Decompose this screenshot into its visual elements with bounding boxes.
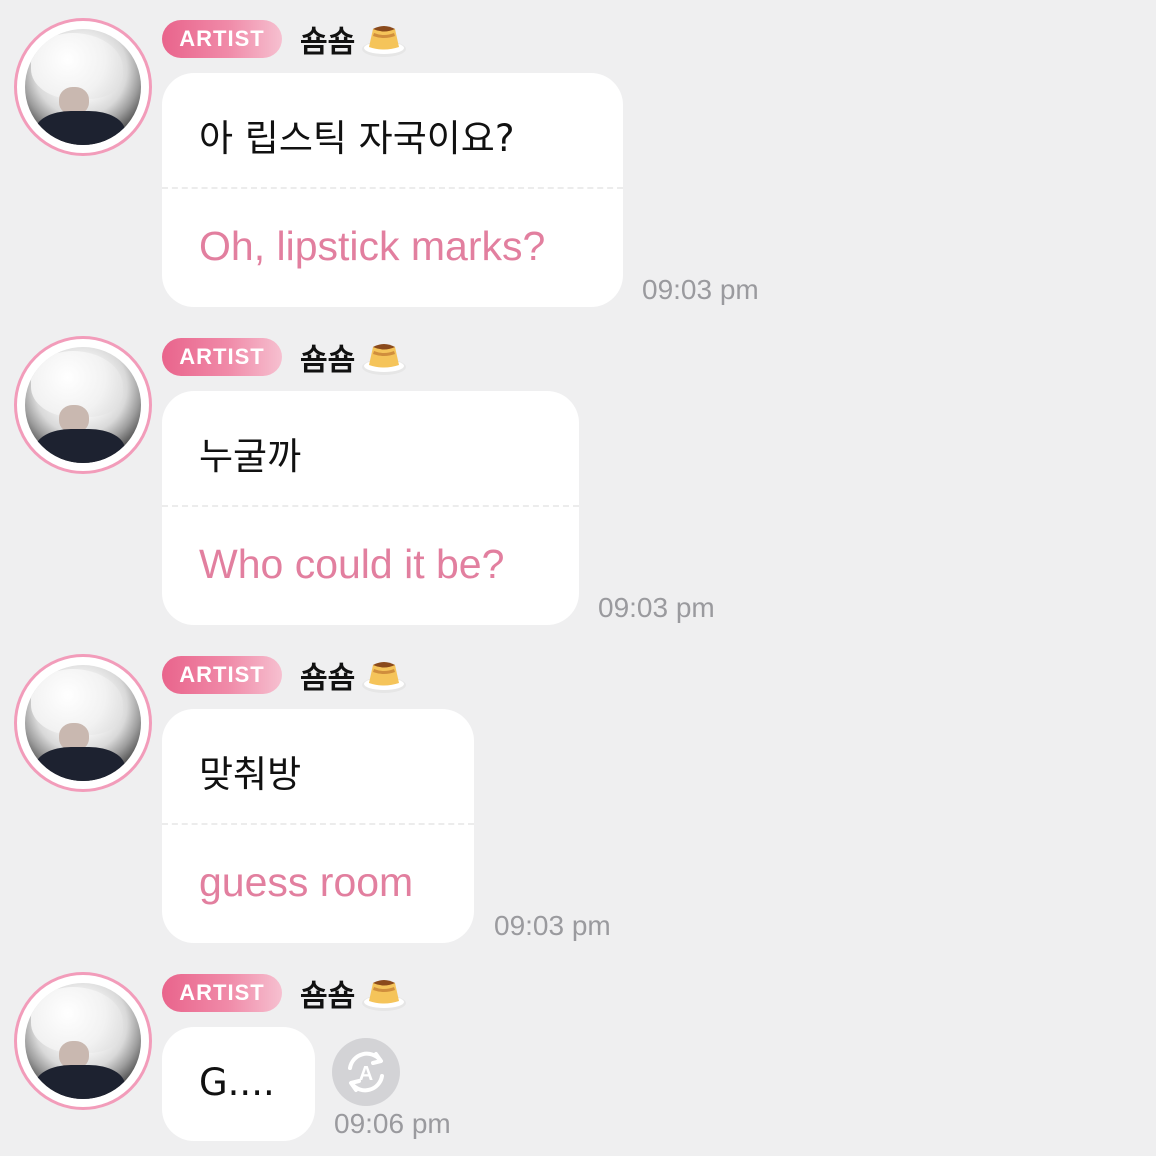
custard-pudding-icon	[361, 337, 407, 377]
custard-pudding-icon	[361, 655, 407, 695]
username[interactable]: 숌숌	[300, 17, 407, 61]
timestamp: 09:06 pm	[334, 1108, 451, 1139]
bubble-divider	[162, 823, 474, 825]
message-header: ARTIST 숌숌	[162, 971, 407, 1015]
username[interactable]: 숌숌	[300, 971, 407, 1015]
bubble-divider	[162, 187, 623, 189]
original-text: 아 립스틱 자국이요?	[199, 117, 515, 160]
translated-text: Who could it be?	[199, 541, 505, 587]
message-bubble[interactable]: 맞춰방 guess room	[162, 709, 474, 943]
username-text: 숌숌	[300, 343, 356, 378]
avatar-photo	[25, 983, 141, 1099]
avatar[interactable]	[14, 18, 152, 156]
avatar-photo	[25, 29, 141, 145]
message-bubble[interactable]: 아 립스틱 자국이요? Oh, lipstick marks?	[162, 73, 623, 307]
translate-button[interactable]: A	[332, 1038, 400, 1106]
username[interactable]: 숌숌	[300, 335, 407, 379]
timestamp: 09:03 pm	[598, 592, 715, 623]
avatar[interactable]	[14, 972, 152, 1110]
avatar-photo	[25, 347, 141, 463]
timestamp: 09:03 pm	[494, 910, 611, 941]
artist-badge: ARTIST	[162, 20, 282, 58]
message-header: ARTIST 숌숌	[162, 335, 407, 379]
username[interactable]: 숌숌	[300, 653, 407, 697]
artist-badge: ARTIST	[162, 656, 282, 694]
custard-pudding-icon	[361, 19, 407, 59]
username-text: 숌숌	[300, 979, 356, 1014]
translated-text: Oh, lipstick marks?	[199, 223, 546, 269]
translated-text: guess room	[199, 859, 414, 905]
svg-text:A: A	[359, 1063, 373, 1085]
avatar[interactable]	[14, 654, 152, 792]
username-text: 숌숌	[300, 25, 356, 60]
translate-icon: A	[348, 1051, 384, 1093]
custard-pudding-icon	[361, 973, 407, 1013]
artist-badge: ARTIST	[162, 338, 282, 376]
avatar-photo	[25, 665, 141, 781]
artist-badge: ARTIST	[162, 974, 282, 1012]
message-bubble[interactable]: G....	[162, 1027, 315, 1141]
original-text: G....	[199, 1061, 275, 1104]
bubble-divider	[162, 505, 579, 507]
message-bubble[interactable]: 누굴까 Who could it be?	[162, 391, 579, 625]
message-header: ARTIST 숌숌	[162, 653, 407, 697]
username-text: 숌숌	[300, 661, 356, 696]
original-text: 누굴까	[199, 435, 302, 478]
message-header: ARTIST 숌숌	[162, 17, 407, 61]
timestamp: 09:03 pm	[642, 274, 759, 305]
original-text: 맞춰방	[199, 753, 302, 796]
avatar[interactable]	[14, 336, 152, 474]
